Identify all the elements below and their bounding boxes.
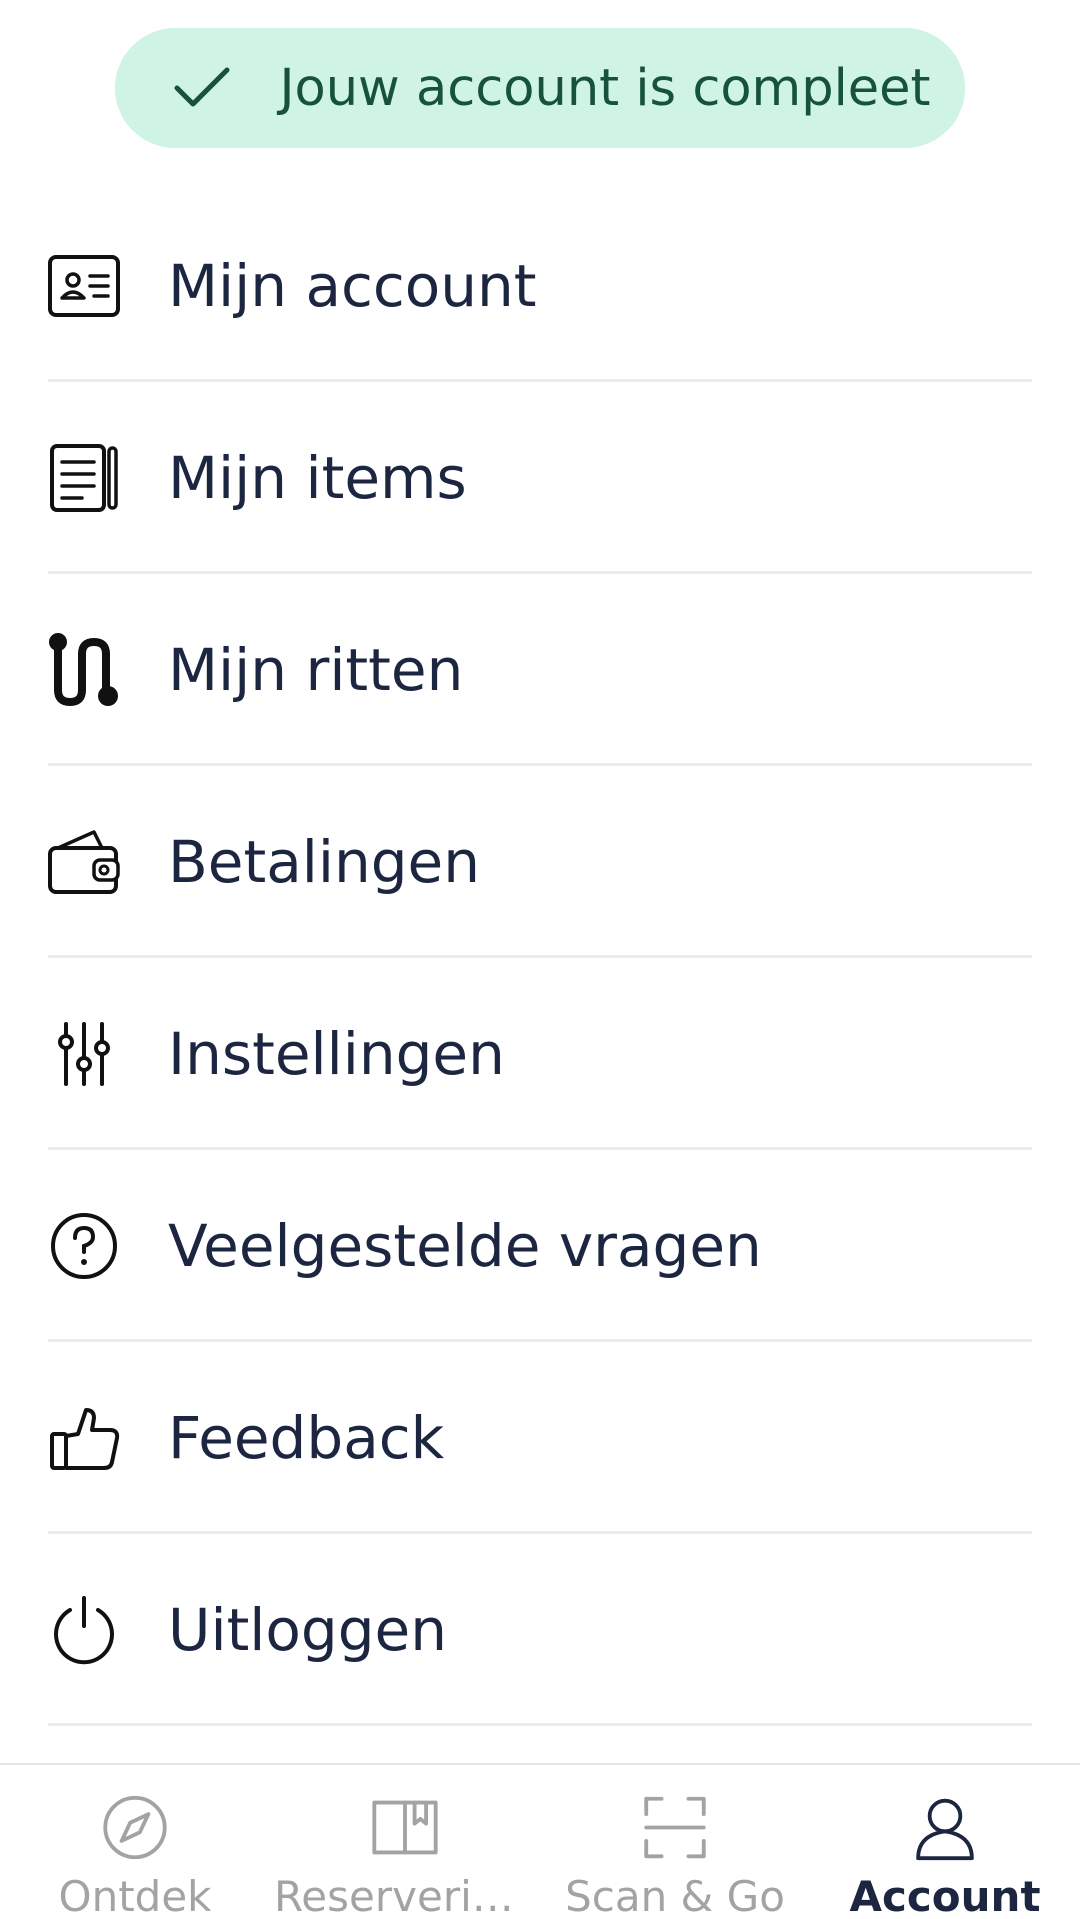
account-screen: Jouw account is compleet Mijn account Mi…	[0, 0, 1080, 1919]
tab-ontdek[interactable]: Ontdek	[0, 1765, 270, 1919]
tab-label: Account	[849, 1872, 1041, 1919]
tab-label: Scan & Go	[565, 1872, 785, 1919]
id-card-icon	[44, 246, 124, 326]
thumbs-up-icon	[44, 1398, 124, 1478]
check-icon	[174, 67, 230, 107]
menu-item-betalingen[interactable]: Betalingen	[0, 766, 1080, 958]
scan-icon	[644, 1796, 706, 1859]
menu-item-label: Uitloggen	[168, 1596, 447, 1664]
menu-item-mijn-ritten[interactable]: Mijn ritten	[0, 574, 1080, 766]
sliders-icon	[44, 1014, 124, 1094]
menu-item-instellingen[interactable]: Instellingen	[0, 958, 1080, 1150]
menu-item-mijn-items[interactable]: Mijn items	[0, 382, 1080, 574]
question-circle-icon	[44, 1206, 124, 1286]
book-icon	[372, 1800, 438, 1855]
tab-reserveringen[interactable]: Reserverin...	[270, 1765, 540, 1919]
menu-item-label: Betalingen	[168, 828, 481, 896]
route-icon	[44, 630, 124, 710]
menu-item-label: Mijn ritten	[168, 636, 464, 704]
tab-scan-and-go[interactable]: Scan & Go	[540, 1765, 810, 1919]
compass-icon	[103, 1795, 167, 1860]
document-list-icon	[44, 438, 124, 518]
user-icon	[916, 1798, 974, 1861]
tab-label: Ontdek	[58, 1872, 212, 1919]
tab-account[interactable]: Account	[810, 1765, 1080, 1919]
bottom-tab-bar: Ontdek Reserverin... Scan & Go Account	[0, 1763, 1080, 1919]
menu-item-label: Veelgestelde vragen	[168, 1212, 762, 1280]
menu-item-veelgestelde-vragen[interactable]: Veelgestelde vragen	[0, 1150, 1080, 1342]
menu-item-mijn-account[interactable]: Mijn account	[0, 190, 1080, 382]
menu-item-label: Instellingen	[168, 1020, 505, 1088]
account-complete-banner: Jouw account is compleet	[115, 28, 965, 148]
menu-item-label: Feedback	[168, 1404, 445, 1472]
menu-item-feedback[interactable]: Feedback	[0, 1342, 1080, 1534]
menu-item-uitloggen[interactable]: Uitloggen	[0, 1534, 1080, 1726]
menu-item-label: Mijn account	[168, 252, 537, 320]
banner-text: Jouw account is compleet	[279, 58, 931, 118]
tab-label: Reserverin...	[274, 1872, 536, 1919]
wallet-icon	[44, 822, 124, 902]
menu-item-label: Mijn items	[168, 444, 467, 512]
account-menu: Mijn account Mijn items Mijn ritten Beta…	[0, 190, 1080, 1726]
power-icon	[44, 1590, 124, 1670]
